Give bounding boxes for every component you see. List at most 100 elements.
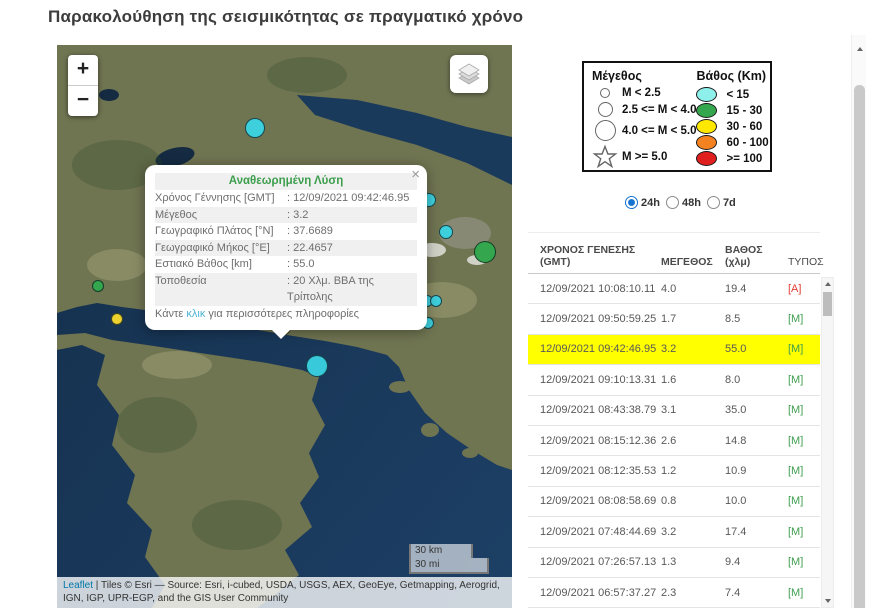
- quake-table: ΧΡΟΝΟΣ ΓΕΝΕΣΗΣ (GMT) ΜΕΓΕΘΟΣ ΒΑΘΟΣ (χλμ)…: [528, 232, 820, 608]
- map[interactable]: + − 30 km 30 mi Leaflet | Tiles © Esri —…: [57, 45, 512, 608]
- cell-type: [M]: [788, 404, 820, 416]
- popup-rows: Χρόνος Γέννησης [GMT]: 12/09/2021 09:42:…: [155, 190, 417, 306]
- more-info-link[interactable]: κλικ: [186, 308, 205, 320]
- quake-marker[interactable]: [306, 355, 328, 377]
- cell-time: 12/09/2021 08:43:38.79: [528, 404, 661, 416]
- layers-icon: [456, 61, 482, 87]
- map-attribution: Leaflet | Tiles © Esri — Source: Esri, i…: [57, 577, 512, 608]
- popup-tail: [271, 329, 291, 339]
- table-scrollbar-thumb[interactable]: [823, 292, 832, 316]
- depth-swatch-icon: [696, 151, 717, 166]
- popup-row-label: Γεωγραφικό Πλάτος [°N]: [155, 223, 287, 240]
- radio-icon[interactable]: [707, 196, 720, 209]
- legend-depth-item: < 15: [696, 87, 768, 102]
- legend-magnitude-item: 4.0 <= M < 5.0: [592, 120, 696, 141]
- scale-mi: 30 mi: [409, 558, 489, 574]
- table-row[interactable]: 12/09/2021 08:43:38.793.135.0[M]: [528, 396, 820, 426]
- cell-magnitude: 3.1: [661, 404, 725, 416]
- popup-footer-text: Κάντε: [155, 308, 186, 320]
- popup-row-label: Εστιακό Βάθος [km]: [155, 256, 287, 273]
- page-scrollbar-thumb[interactable]: [854, 85, 865, 608]
- cell-type: [M]: [788, 374, 820, 386]
- cell-depth: 9.4: [725, 556, 788, 568]
- cell-time: 12/09/2021 08:12:35.53: [528, 465, 661, 477]
- zoom-in-button[interactable]: +: [68, 55, 98, 86]
- popup-row-label: Χρόνος Γέννησης [GMT]: [155, 190, 287, 207]
- cell-time: 12/09/2021 08:15:12.36: [528, 435, 661, 447]
- cell-magnitude: 1.2: [661, 465, 725, 477]
- circle-icon: [592, 120, 618, 141]
- table-row[interactable]: 12/09/2021 09:50:59.251.78.5[M]: [528, 304, 820, 334]
- legend-magnitude: Μέγεθος M < 2.5 2.5 <= M < 4.0 4.0 <= M < …: [592, 69, 696, 164]
- cell-time: 12/09/2021 09:42:46.95: [528, 343, 661, 355]
- cell-depth: 19.4: [725, 283, 788, 295]
- quake-marker[interactable]: [111, 313, 123, 325]
- legend-depth-item: 60 - 100: [696, 135, 768, 150]
- table-row[interactable]: 12/09/2021 06:57:37.272.37.4[M]: [528, 578, 820, 608]
- legend-magnitude-label: M < 2.5: [622, 87, 661, 99]
- time-filter-option-7d[interactable]: 7d: [707, 196, 736, 209]
- star-icon: [592, 144, 618, 169]
- time-filter-label: 24h: [641, 197, 660, 209]
- popup-row-label: Τοποθεσία: [155, 273, 287, 306]
- legend-depth-label: 15 - 30: [726, 105, 762, 117]
- cell-time: 12/09/2021 10:08:10.11: [528, 283, 661, 295]
- scroll-up-icon[interactable]: [822, 278, 833, 290]
- leaflet-link[interactable]: Leaflet: [63, 580, 93, 591]
- cell-magnitude: 0.8: [661, 495, 725, 507]
- time-filter-option-24h[interactable]: 24h: [625, 196, 660, 209]
- header-depth: ΒΑΘΟΣ (χλμ): [725, 244, 788, 268]
- radio-icon[interactable]: [625, 196, 638, 209]
- cell-depth: 10.9: [725, 465, 788, 477]
- popup-row-value: : 3.2: [287, 207, 417, 224]
- attribution-text: | Tiles © Esri — Source: Esri, i-cubed, …: [63, 580, 500, 604]
- layers-button[interactable]: [450, 55, 488, 93]
- popup-row: Χρόνος Γέννησης [GMT]: 12/09/2021 09:42:…: [155, 190, 417, 207]
- circle-icon: [592, 102, 618, 117]
- table-row[interactable]: 12/09/2021 07:48:44.693.217.4[M]: [528, 517, 820, 547]
- legend-magnitude-items: M < 2.52.5 <= M < 4.04.0 <= M < 5.0M >= …: [592, 87, 696, 169]
- table-row[interactable]: 12/09/2021 08:12:35.531.210.9[M]: [528, 456, 820, 486]
- legend-magnitude-item: 2.5 <= M < 4.0: [592, 102, 696, 117]
- popup-row-value: : 37.6689: [287, 223, 417, 240]
- table-row[interactable]: 12/09/2021 08:15:12.362.614.8[M]: [528, 426, 820, 456]
- radio-icon[interactable]: [666, 196, 679, 209]
- zoom-out-button[interactable]: −: [68, 86, 98, 116]
- cell-magnitude: 2.3: [661, 587, 725, 599]
- quake-marker[interactable]: [92, 280, 104, 292]
- legend-depth-label: < 15: [726, 89, 749, 101]
- header-type: ΤΥΠΟΣ: [788, 256, 820, 268]
- cell-type: [M]: [788, 313, 820, 325]
- quake-marker[interactable]: [245, 118, 265, 138]
- legend-depth-label: 30 - 60: [726, 121, 762, 133]
- cell-magnitude: 2.6: [661, 435, 725, 447]
- legend-depth: Βάθος (Km) < 1515 - 3030 - 6060 - 100>= …: [696, 69, 768, 164]
- table-row[interactable]: 12/09/2021 08:08:58.690.810.0[M]: [528, 487, 820, 517]
- table-row[interactable]: 12/09/2021 10:08:10.114.019.4[A]: [528, 274, 820, 304]
- page-scroll-up-icon[interactable]: [852, 41, 867, 57]
- table-row[interactable]: 12/09/2021 09:42:46.953.255.0[M]: [528, 335, 820, 365]
- page-scrollbar[interactable]: [851, 35, 866, 608]
- time-filter-option-48h[interactable]: 48h: [666, 196, 701, 209]
- cell-magnitude: 1.3: [661, 556, 725, 568]
- cell-type: [A]: [788, 283, 820, 295]
- quake-marker[interactable]: [439, 225, 453, 239]
- popup-title: Αναθεωρημένη Λύση: [155, 173, 417, 190]
- scroll-down-icon[interactable]: [822, 595, 833, 607]
- cell-magnitude: 1.6: [661, 374, 725, 386]
- time-filter-label: 7d: [723, 197, 736, 209]
- table-scrollbar[interactable]: [821, 277, 834, 608]
- seismicity-page: Παρακολούθηση της σεισμικότητας σε πραγμ…: [0, 0, 880, 608]
- close-icon[interactable]: ×: [411, 167, 420, 182]
- table-row[interactable]: 12/09/2021 07:26:57.131.39.4[M]: [528, 548, 820, 578]
- circle-icon: [592, 88, 618, 98]
- table-header: ΧΡΟΝΟΣ ΓΕΝΕΣΗΣ (GMT) ΜΕΓΕΘΟΣ ΒΑΘΟΣ (χλμ)…: [528, 232, 820, 274]
- table-row[interactable]: 12/09/2021 09:10:13.311.68.0[M]: [528, 365, 820, 395]
- legend-magnitude-label: 4.0 <= M < 5.0: [622, 125, 696, 137]
- quake-marker[interactable]: [474, 241, 496, 263]
- legend-magnitude-title: Μέγεθος: [592, 69, 696, 83]
- quake-marker[interactable]: [430, 295, 442, 307]
- cell-type: [M]: [788, 465, 820, 477]
- legend-depth-label: 60 - 100: [726, 137, 768, 149]
- popup-row: Τοποθεσία: 20 Χλμ. ΒΒΑ της Τρίπολης: [155, 273, 417, 306]
